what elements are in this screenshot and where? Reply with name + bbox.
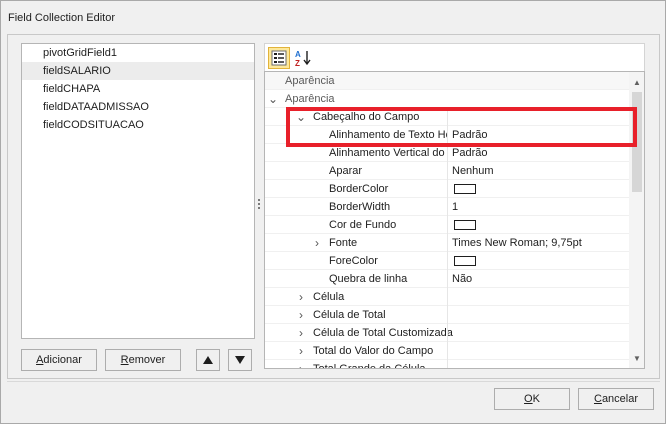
chevron-down-icon[interactable]: ⌄ [268,90,278,108]
remove-button[interactable]: Remover [105,349,181,371]
property-row[interactable]: ⌄ Cabeçalho do Campo [265,108,629,126]
scroll-down-icon[interactable]: ▼ [629,350,644,366]
add-button-label: dicionar [43,354,82,366]
categorized-button[interactable] [268,47,290,69]
scroll-up-icon[interactable]: ▲ [629,74,644,90]
property-row[interactable]: Quebra de linha Não [265,270,629,288]
move-up-button[interactable] [196,349,220,371]
categorized-icon [271,50,287,66]
chevron-right-icon[interactable]: › [312,234,322,252]
property-row[interactable]: Cor de Fundo [265,216,629,234]
chevron-right-icon[interactable]: › [296,360,306,368]
svg-text:A: A [295,50,301,59]
remove-button-mnemonic: R [120,354,129,366]
property-row[interactable]: › Célula de Total [265,306,629,324]
property-value[interactable] [447,108,629,126]
cancel-button-mnemonic: C [593,393,602,405]
property-value[interactable]: Não [447,270,629,288]
property-value[interactable] [447,324,629,342]
property-value[interactable]: Padrão [447,126,629,144]
property-value[interactable]: Padrão [447,144,629,162]
property-grid-toolbar: A Z [264,43,645,71]
property-name: BorderColor [329,183,389,195]
property-row[interactable]: Aparência [265,72,629,90]
property-name: Alinhamento Vertical do Texto [329,147,447,159]
property-row[interactable]: › Célula de Total Customizada [265,324,629,342]
alphabetical-button[interactable]: A Z [292,47,314,69]
property-row[interactable]: Alinhamento Vertical do Texto Padrão [265,144,629,162]
property-value[interactable] [447,342,629,360]
property-name: Cor de Fundo [329,219,397,231]
property-row[interactable]: Alinhamento de Texto Horizontal Padrão [265,126,629,144]
ok-button-label: K [532,393,540,405]
property-row[interactable]: BorderColor [265,180,629,198]
property-row[interactable]: › Célula [265,288,629,306]
arrow-down-icon [235,356,245,364]
property-value-text: Padrão [452,129,488,141]
property-grid[interactable]: › Total Grande da Célula › Total do Valor d… [264,71,645,369]
color-swatch-icon [454,184,476,195]
property-row[interactable]: Aparar Nenhum [265,162,629,180]
field-collection-editor-window: Field Collection Editor pivotGridField1 f… [0,0,666,424]
property-name: Alinhamento de Texto Horizontal [329,129,447,141]
property-row[interactable]: ⌄ Aparência [265,90,629,108]
property-value-text: Padrão [452,147,488,159]
color-swatch-icon [454,256,476,267]
property-value-text: Não [452,273,473,285]
scroll-thumb[interactable] [632,92,642,192]
cancel-button[interactable]: Cancelar [578,388,654,410]
property-value-text: Nenhum [452,165,494,177]
ok-button[interactable]: OK [494,388,570,410]
chevron-right-icon[interactable]: › [296,324,306,342]
arrow-up-icon [203,356,213,364]
field-list-item[interactable]: fieldDATAADMISSAO [22,98,254,116]
fields-list[interactable]: pivotGridField1 fieldSALARIO fieldCHAPA fie… [21,43,255,339]
property-row[interactable]: BorderWidth 1 [265,198,629,216]
property-name: Aparência [285,93,335,105]
add-button-mnemonic: A [36,354,44,366]
property-row[interactable]: ForeColor [265,252,629,270]
footer-divider [7,381,660,382]
property-name: Quebra de linha [329,273,408,285]
property-name: Aparência [285,75,335,87]
cancel-button-label: ancelar [601,393,639,405]
remove-button-label: emover [128,354,166,366]
property-name: Aparar [329,165,363,177]
field-list-item[interactable]: fieldSALARIO [22,62,254,80]
property-row[interactable]: › Total Grande da Célula [265,360,629,368]
move-down-button[interactable] [228,349,252,371]
property-value[interactable] [447,360,629,368]
property-value[interactable] [447,216,629,234]
chevron-right-icon[interactable]: › [296,288,306,306]
property-value[interactable] [447,180,629,198]
chevron-right-icon[interactable]: › [296,306,306,324]
property-row[interactable]: › Fonte Times New Roman; 9,75pt [265,234,629,252]
property-name: Fonte [329,237,358,249]
property-value-text: 1 [452,201,459,213]
property-value[interactable] [447,306,629,324]
field-list-item[interactable]: pivotGridField1 [22,44,254,62]
window-title: Field Collection Editor [8,12,115,24]
color-swatch-icon [454,220,476,231]
chevron-down-icon[interactable]: ⌄ [296,108,306,126]
ok-button-mnemonic: O [524,393,533,405]
svg-text:Z: Z [295,59,300,67]
property-row[interactable]: › Total do Valor do Campo [265,342,629,360]
property-grid-scrollbar[interactable]: ▲ ▼ [629,72,644,368]
property-value[interactable]: Times New Roman; 9,75pt [447,234,629,252]
property-value-text: Times New Roman; 9,75pt [452,237,582,249]
property-value[interactable]: Nenhum [447,162,629,180]
sort-az-icon: A Z [295,50,311,67]
field-list-item[interactable]: fieldCODSITUACAO [22,116,254,134]
property-name: ForeColor [329,255,378,267]
property-value[interactable] [447,288,629,306]
chevron-right-icon[interactable]: › [296,342,306,360]
add-button[interactable]: Adicionar [21,349,97,371]
property-name: BorderWidth [329,201,391,213]
splitter-grip[interactable] [258,199,261,213]
field-list-item[interactable]: fieldCHAPA [22,80,254,98]
property-value[interactable]: 1 [447,198,629,216]
title-bar[interactable]: Field Collection Editor [1,1,665,35]
property-value[interactable] [447,252,629,270]
